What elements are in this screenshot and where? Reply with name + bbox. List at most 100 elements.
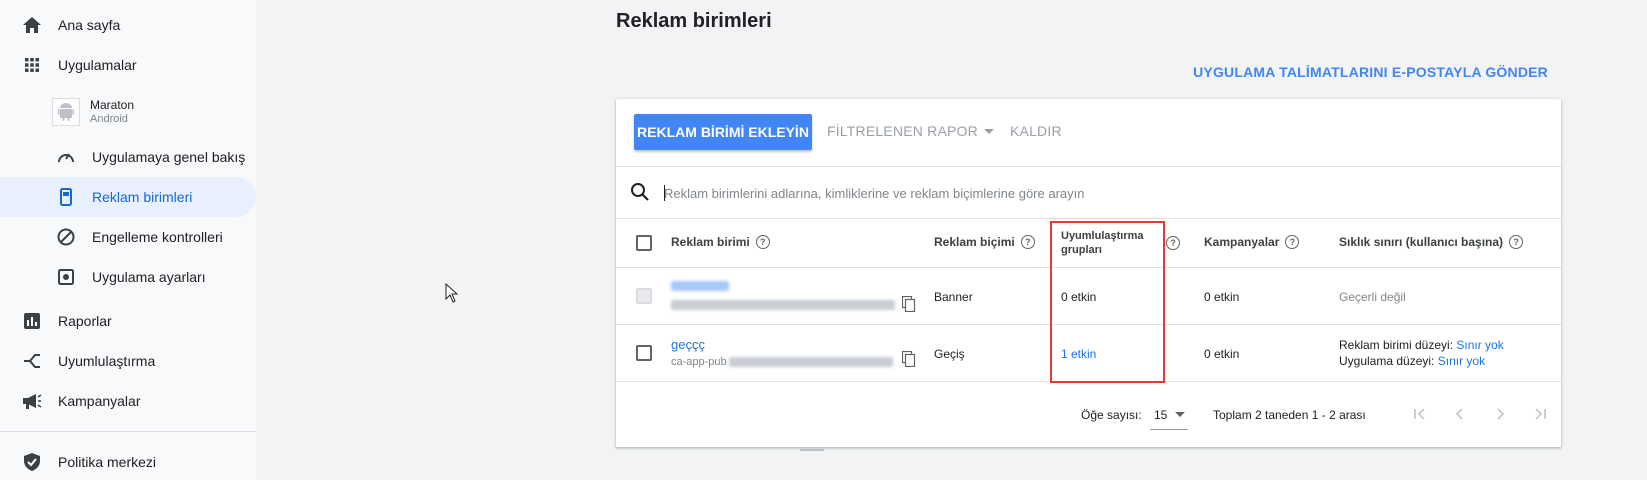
shield-check-icon [22,452,42,472]
next-page-icon[interactable] [1490,404,1510,424]
help-icon[interactable]: ? [1509,235,1524,249]
resize-handle[interactable] [800,449,824,451]
col-format-label: Reklam biçimi [934,235,1015,249]
nav-app-overview[interactable]: Uygulamaya genel bakış [0,137,256,177]
row-checkbox[interactable] [636,345,652,361]
app-name: Maraton [90,98,135,112]
nav-apps-label: Uygulamalar [58,57,137,73]
ad-unit-id-redacted [671,297,895,311]
col-ad-unit[interactable]: Reklam birimi ? [671,235,770,249]
nav-reports[interactable]: Raporlar [0,301,256,341]
last-page-icon[interactable] [1530,404,1550,424]
items-per-page-label: Öğe sayısı: [1081,408,1142,422]
campaigns: 0 etkin [1204,290,1240,304]
nav-mediation-label: Uyumlulaştırma [58,353,156,369]
col-mediation-label-2: grupları [1061,244,1102,256]
ad-unit-icon [56,187,76,207]
mediation-groups-link[interactable]: 1 etkin [1061,347,1096,361]
nav-blocking-controls[interactable]: Engelleme kontrolleri [0,217,256,257]
help-icon[interactable]: ? [755,235,770,249]
col-campaigns-label: Kampanyalar [1204,235,1280,249]
mediation-icon [22,351,42,371]
apps-grid-icon [22,55,42,75]
block-icon [56,227,76,247]
caret-down-icon [1175,412,1186,417]
page-title: Reklam birimleri [616,10,772,32]
col-campaigns[interactable]: Kampanyalar ? [1204,235,1300,249]
settings-icon [56,267,76,287]
help-icon[interactable]: ? [1285,235,1300,249]
sidebar: Ana sayfa Uygulamalar Maraton Android Uy… [0,0,256,480]
add-ad-unit-button[interactable]: REKLAM BİRİMİ EKLEYİN [634,114,812,150]
nav-ad-units[interactable]: Reklam birimleri [0,177,256,217]
ad-unit-id: ca-app-pub [671,356,893,368]
nav-blocking-controls-label: Engelleme kontrolleri [92,229,223,245]
app-platform: Android [90,113,128,125]
frequency-cap-app: Uygulama düzeyi: Sınır yok [1339,354,1485,368]
nav-app-overview-label: Uygulamaya genel bakış [92,149,246,165]
copy-icon[interactable] [902,296,916,312]
ad-format: Banner [934,290,973,304]
nav-reports-label: Raporlar [58,313,112,329]
caret-down-icon [983,128,994,134]
ad-unit-id-prefix: ca-app-pub [671,356,727,368]
pagination-footer: Öğe sayısı: 15 Toplam 2 taneden 1 - 2 ar… [616,382,1561,447]
reports-icon [22,311,42,331]
nav-home-label: Ana sayfa [58,17,121,33]
search-icon [631,183,649,201]
ad-units-card: REKLAM BİRİMİ EKLEYİN FİLTRELENEN RAPOR … [616,99,1561,447]
campaigns: 0 etkin [1204,347,1240,361]
col-format[interactable]: Reklam biçimi ? [934,235,1035,249]
select-all-checkbox[interactable] [636,235,652,251]
help-icon[interactable]: ? [1020,235,1035,249]
filtered-report-button[interactable]: FİLTRELENEN RAPOR [827,123,994,139]
nav-campaigns-label: Kampanyalar [58,393,141,409]
col-ad-unit-label: Reklam birimi [671,235,750,249]
search-input[interactable] [664,181,1524,205]
nav-policy-center-label: Politika merkezi [58,454,157,470]
col-mediation-label-1: Uyumlulaştırma [1061,230,1144,242]
row-checkbox [636,288,652,304]
remove-button[interactable]: KALDIR [1010,123,1062,139]
copy-icon[interactable] [902,351,916,367]
freq-unit-label: Reklam birimi düzeyi: [1339,338,1454,352]
text-caret [664,185,665,201]
nav-campaigns[interactable]: Kampanyalar [0,381,256,421]
megaphone-icon [22,391,42,411]
nav-home[interactable]: Ana sayfa [0,5,256,45]
ad-unit-name-redacted[interactable] [671,278,729,292]
nav-policy-center[interactable]: Politika merkezi [0,442,256,480]
toolbar: REKLAM BİRİMİ EKLEYİN FİLTRELENEN RAPOR … [616,99,1561,167]
speedometer-icon [56,147,76,167]
nav-ad-units-label: Reklam birimleri [92,189,193,205]
filtered-report-label: FİLTRELENEN RAPOR [827,123,978,139]
ad-format: Geçiş [934,347,965,361]
prev-page-icon[interactable] [1450,404,1470,424]
nav-app-settings[interactable]: Uygulama ayarları [0,257,256,297]
table-row: geççç ca-app-pub Geçiş 1 etkin 0 etkin R… [616,325,1561,382]
email-instructions-link[interactable]: UYGULAMA TALİMATLARINI E-POSTAYLA GÖNDER [1193,64,1548,80]
first-page-icon[interactable] [1410,404,1430,424]
page-range-label: Toplam 2 taneden 1 - 2 arası [1213,408,1366,422]
freq-unit-link[interactable]: Sınır yok [1456,338,1503,352]
mouse-cursor-icon [445,283,459,303]
table-row: Banner 0 etkin 0 etkin Geçerli değil [616,268,1561,325]
home-icon [22,15,42,35]
freq-app-link[interactable]: Sınır yok [1438,354,1485,368]
items-per-page-select[interactable]: 15 [1150,400,1188,430]
table-header: Reklam birimi ? Reklam biçimi ? Uyumlula… [616,219,1561,268]
ad-unit-id-redacted [728,357,893,367]
frequency-cap: Geçerli değil [1339,290,1406,304]
col-mediation-groups[interactable]: Uyumlulaştırma grupları [1061,229,1144,257]
android-icon [52,98,80,126]
nav-mediation[interactable]: Uyumlulaştırma [0,341,256,381]
app-selector[interactable]: Maraton Android [52,96,242,130]
mediation-groups: 0 etkin [1061,290,1097,304]
search-bar [616,167,1561,219]
items-per-page-value: 15 [1154,407,1168,422]
nav-apps[interactable]: Uygulamalar [0,45,256,85]
help-icon[interactable]: ? [1166,236,1180,250]
col-frequency-cap[interactable]: Sıklık sınırı (kullanıcı başına) ? [1339,235,1524,249]
ad-unit-name-link[interactable]: geççç [671,337,705,352]
frequency-cap-unit: Reklam birimi düzeyi: Sınır yok [1339,338,1504,352]
